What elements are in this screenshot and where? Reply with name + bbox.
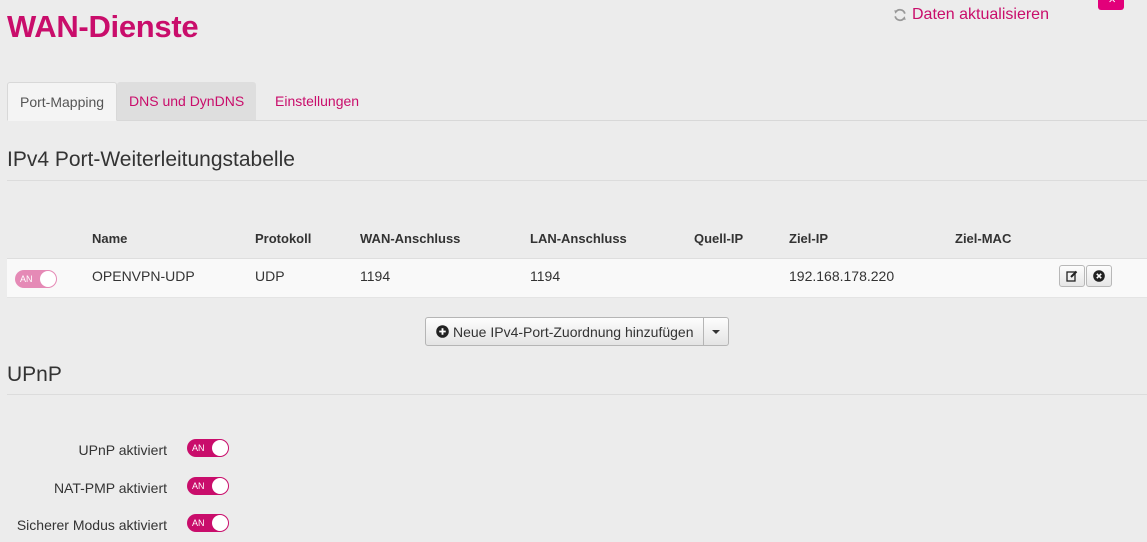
upnp-section-title: UPnP: [7, 363, 62, 386]
secure-mode-enabled-toggle[interactable]: AN: [187, 514, 229, 532]
tab-bar: Port-Mapping DNS und DynDNS Einstellunge…: [7, 82, 1147, 121]
cell-lan-port: 1194: [530, 268, 561, 284]
toggle-state: AN: [192, 443, 205, 453]
refresh-icon: [894, 8, 906, 22]
cell-wan-port: 1194: [360, 268, 391, 284]
column-header-lan-port: LAN-Anschluss: [530, 231, 627, 246]
tab-einstellungen[interactable]: Einstellungen: [263, 82, 371, 120]
corner-close-button[interactable]: ✕: [1098, 0, 1124, 10]
section-divider: [7, 394, 1147, 395]
add-button-label: Neue IPv4-Port-Zuordnung hinzufügen: [453, 323, 694, 340]
toggle-knob: [212, 440, 228, 456]
toggle-state: AN: [192, 481, 205, 491]
toggle-state: AN: [20, 274, 33, 284]
page-title: WAN-Dienste: [7, 9, 199, 44]
column-header-target-mac: Ziel-MAC: [955, 231, 1012, 246]
toggle-state: AN: [192, 518, 205, 528]
nat-pmp-enabled-label: NAT-PMP aktiviert: [53, 480, 167, 496]
column-header-source-ip: Quell-IP: [694, 231, 744, 246]
column-header-protocol: Protokoll: [255, 231, 312, 246]
tab-label: Port-Mapping: [20, 94, 105, 110]
edit-icon: [1066, 270, 1078, 282]
column-header-target-ip: Ziel-IP: [789, 231, 829, 246]
add-port-mapping-button[interactable]: Neue IPv4-Port-Zuordnung hinzufügen: [425, 317, 705, 346]
delete-icon: [1093, 270, 1105, 282]
upnp-enabled-label: UPnP aktiviert: [78, 442, 167, 458]
ipv4-section-title: IPv4 Port-Weiterleitungstabelle: [7, 148, 295, 171]
secure-mode-enabled-label: Sicherer Modus aktiviert: [16, 517, 167, 533]
cell-target-ip: 192.168.178.220: [789, 268, 895, 284]
add-options-dropdown[interactable]: [703, 317, 730, 346]
tab-label: DNS und DynDNS: [129, 93, 245, 109]
toggle-knob: [212, 515, 228, 531]
row-enable-toggle[interactable]: AN: [15, 270, 57, 288]
delete-button[interactable]: [1086, 265, 1112, 287]
caret-down-icon: [712, 329, 721, 334]
nat-pmp-enabled-toggle[interactable]: AN: [187, 477, 229, 495]
edit-button[interactable]: [1059, 265, 1085, 287]
refresh-label: Daten aktualisieren: [912, 6, 1049, 23]
column-header-wan-port: WAN-Anschluss: [360, 231, 461, 246]
plus-circle-icon: [436, 325, 449, 338]
cell-protocol: UDP: [255, 268, 285, 284]
toggle-knob: [212, 478, 228, 494]
tab-dns-dyndns[interactable]: DNS und DynDNS: [117, 82, 257, 120]
add-port-mapping-group: Neue IPv4-Port-Zuordnung hinzufügen: [425, 317, 730, 346]
tab-port-mapping[interactable]: Port-Mapping: [7, 82, 118, 121]
tab-label: Einstellungen: [275, 93, 360, 109]
close-icon: ✕: [1108, 0, 1117, 6]
column-header-name: Name: [92, 231, 128, 246]
cell-name: OPENVPN-UDP: [92, 268, 195, 284]
upnp-enabled-toggle[interactable]: AN: [187, 439, 229, 457]
refresh-data-link[interactable]: Daten aktualisieren: [893, 6, 1049, 24]
toggle-knob: [40, 271, 56, 287]
section-divider: [7, 180, 1147, 181]
